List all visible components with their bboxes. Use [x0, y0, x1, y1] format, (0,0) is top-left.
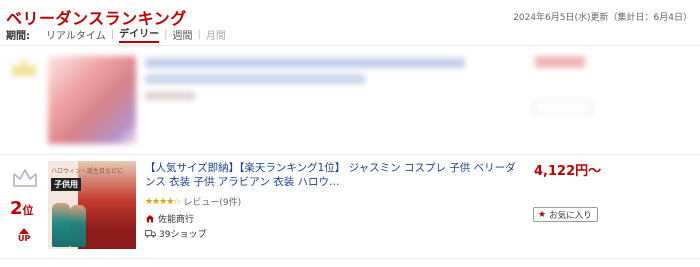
gold-crown-icon	[12, 58, 36, 76]
product-price: 4,122円～	[534, 164, 602, 179]
period-separator: |	[164, 28, 168, 40]
star-icon: ★	[538, 209, 547, 220]
image-caption: ハロウィン・誕生日などに	[51, 168, 124, 175]
shop-name-1-blurred	[145, 92, 195, 100]
rating-row: ★★★★☆ レビュー(9件)	[145, 195, 241, 209]
ranking-item-1-blurred	[0, 48, 700, 148]
rank-trend-label: UP	[18, 234, 31, 243]
product-title-1-blurred	[145, 58, 465, 68]
rank-2-column: 2位 UP	[4, 160, 44, 250]
product-image-1	[48, 56, 136, 144]
product-image-2[interactable]: ハロウィン・誕生日などに 子供用	[48, 161, 136, 249]
period-separator: |	[197, 28, 201, 40]
shops-row: 39ショップ	[145, 227, 206, 240]
divider	[0, 154, 700, 155]
period-separator: |	[110, 28, 115, 40]
truck-icon	[145, 230, 156, 238]
rating-stars: ★★★★☆	[145, 196, 181, 207]
updated-date: 2024年6月5日(水)更新（集計日：6月4日）	[513, 13, 692, 23]
period-daily-tab[interactable]: デイリー	[119, 25, 160, 43]
favorite-button-1-blurred	[533, 100, 593, 114]
period-filter: 期間: リアルタイム | デイリー | 週間 | 月間	[6, 25, 226, 43]
product-photo-kid	[52, 203, 70, 247]
divider	[0, 45, 700, 46]
shop-row: 佐能商行	[145, 212, 194, 225]
image-badge: 子供用	[51, 178, 81, 191]
add-to-favorites-button[interactable]: ★ お気に入り	[533, 207, 598, 222]
shop-icon	[146, 215, 154, 223]
period-monthly-link: 月間	[205, 30, 226, 42]
period-label: 期間:	[6, 30, 30, 42]
rank-suffix: 位	[22, 204, 34, 217]
shop-name-link[interactable]: 佐能商行	[158, 212, 194, 225]
product-title-1-blurred-line2	[145, 74, 365, 84]
rank-up-indicator: UP	[18, 228, 30, 243]
silver-crown-icon	[13, 169, 37, 187]
product-photo-kid	[70, 205, 86, 247]
rank-number: 2	[10, 198, 23, 219]
shop-count-link[interactable]: 39ショップ	[159, 227, 206, 240]
review-link[interactable]: レビュー(9件)	[183, 195, 241, 208]
period-realtime-link[interactable]: リアルタイム	[46, 27, 106, 42]
product-title-link[interactable]: 【人気サイズ即納】【楽天ランキング1位】 ジャスミン コスプレ 子供 ベリーダン…	[145, 161, 525, 189]
favorite-label: お気に入り	[549, 210, 592, 221]
divider	[0, 258, 700, 259]
period-weekly-link[interactable]: 週間	[172, 27, 192, 42]
price-1-blurred	[535, 56, 585, 68]
page-title: ベリーダンスランキング	[6, 9, 187, 28]
rank-2-number: 2位	[10, 198, 34, 219]
